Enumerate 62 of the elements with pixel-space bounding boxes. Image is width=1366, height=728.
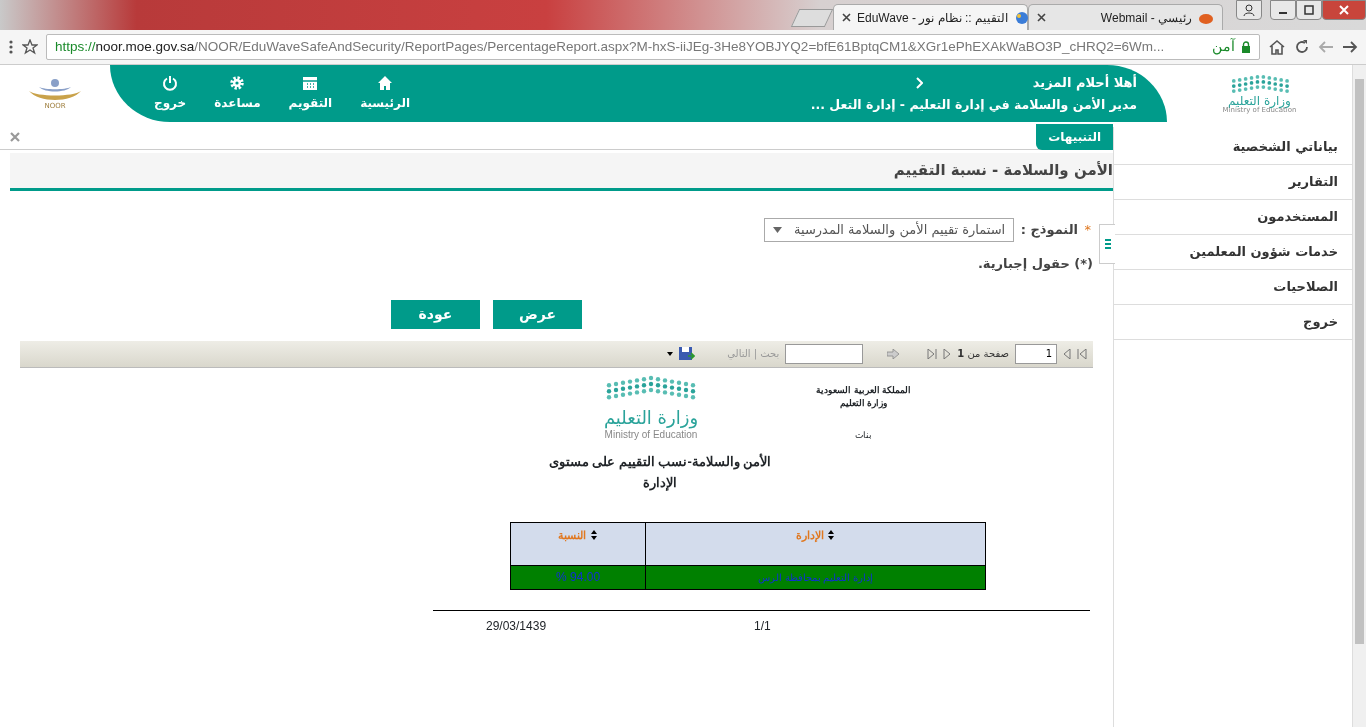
close-icon[interactable] xyxy=(842,13,851,22)
lock-icon xyxy=(1241,41,1251,53)
sort-icon xyxy=(589,530,598,541)
home-icon xyxy=(377,75,394,91)
user-icon[interactable] xyxy=(1242,3,1256,17)
calendar-icon xyxy=(302,75,319,91)
sort-icon xyxy=(827,530,836,541)
table-cell: إدارة التعليم بمحافظة الرس xyxy=(645,565,986,590)
table-cell: 94.00 % xyxy=(510,565,646,590)
column-header[interactable]: النسبة xyxy=(510,522,646,566)
menu-icon xyxy=(1104,238,1111,250)
power-icon xyxy=(162,75,179,91)
report-header-text: المملكة العربية السعودية xyxy=(816,383,911,397)
menu-icon[interactable] xyxy=(8,39,14,55)
form-select[interactable]: استمارة تقييم الأمن والسلامة المدرسية xyxy=(764,218,1015,242)
page-input[interactable]: 1 xyxy=(1015,343,1057,364)
tab-title: رئيسي - Webmail xyxy=(1099,9,1192,27)
settings-icon xyxy=(229,75,246,91)
secure-label: آمن xyxy=(1212,37,1235,57)
scrollbar[interactable] xyxy=(1352,65,1366,727)
nav-item[interactable]: الرئيسية xyxy=(346,75,425,112)
nav-item[interactable]: خروج xyxy=(140,75,201,112)
find-field[interactable] xyxy=(785,343,864,364)
column-header[interactable]: الإدارة xyxy=(645,522,986,566)
user-role: مدير الأمن والسلامة في إدارة التعليم - إدارة التعل ... xyxy=(810,95,1137,114)
maximize-icon[interactable] xyxy=(1302,3,1316,17)
next-page-icon[interactable] xyxy=(1063,348,1071,359)
caret-icon[interactable] xyxy=(667,351,674,356)
tab-title: التقييم :: نظام نور - EduWave xyxy=(857,9,1008,27)
page-number: 1/1 xyxy=(754,617,771,635)
sidebar-toggle[interactable] xyxy=(1099,224,1115,264)
action-button[interactable]: عودة xyxy=(391,299,480,329)
action-button[interactable]: عرض xyxy=(493,299,582,329)
report-section: بنات xyxy=(855,428,872,442)
reload-icon[interactable] xyxy=(1294,39,1310,55)
last-page-icon[interactable] xyxy=(1077,348,1087,359)
save-icon[interactable] xyxy=(679,346,696,361)
find-links[interactable]: بحث | التالي xyxy=(727,346,780,361)
user-greeting: أهلا أحلام المزيد xyxy=(1032,73,1137,93)
field-label: النموذج : xyxy=(1020,221,1078,240)
required-mark: * xyxy=(1084,221,1091,240)
first-page-icon[interactable] xyxy=(927,348,938,359)
home-icon[interactable] xyxy=(1268,39,1286,55)
close-icon[interactable] xyxy=(1336,3,1352,17)
globe-icon xyxy=(1013,10,1030,25)
alerts-tab[interactable]: التنبيهات xyxy=(1036,123,1113,150)
url-text: https://noor.moe.gov.sa/NOOR/EduWaveSafeAndSecurity/ReportPages/PercentageReport.aspx?M-hxS-iiJEg-3He8YOBJYQ2=bfE61BptqCM1&XGr1ePhEXAkWaBO3P_cHRQ2=6Wm... xyxy=(55,37,1165,56)
report-header-text: وزارة التعليم xyxy=(839,397,888,411)
close-icon[interactable] xyxy=(1037,13,1046,22)
required-note: (*) حقول إجبارية. xyxy=(976,255,1093,273)
nav-item[interactable]: التقويم xyxy=(274,75,347,112)
caret-icon xyxy=(773,227,783,233)
report-date: 29/03/1439 xyxy=(486,617,547,635)
browser-tab[interactable]: التقييم :: نظام نور - EduWave xyxy=(833,4,1028,30)
report-title: الأمن والسلامة-نسب التقييم على مستوى الإدارة xyxy=(547,452,773,493)
browser-tab[interactable]: رئيسي - Webmail xyxy=(1028,4,1223,30)
forward-icon[interactable] xyxy=(1342,39,1358,55)
star-icon[interactable] xyxy=(22,39,38,55)
page-title: الأمن والسلامة - نسبة التقييم xyxy=(893,160,1113,182)
nav-item[interactable]: مساعدة xyxy=(200,75,275,112)
chevron-icon[interactable] xyxy=(914,76,923,89)
previous-page-icon[interactable] xyxy=(943,348,952,359)
